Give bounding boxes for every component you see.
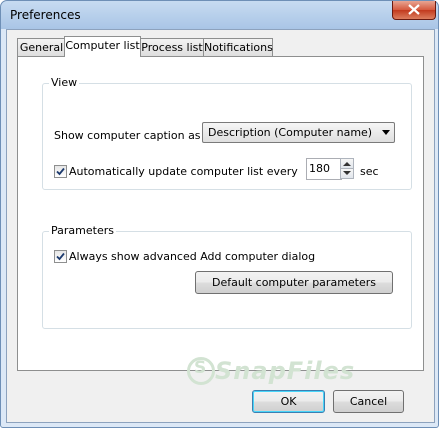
update-interval-spinner[interactable] (340, 158, 354, 180)
watermark-logo-letter: S (194, 358, 207, 378)
tab-general[interactable]: General (17, 38, 66, 56)
tab-label: Process list (141, 41, 203, 54)
up-arrow-icon (343, 162, 351, 166)
update-interval-value: 180 (309, 162, 330, 175)
tab-label: Notifications (204, 41, 273, 54)
auto-update-label: Automatically update computer list every (69, 165, 298, 178)
spin-down-button[interactable] (340, 168, 354, 179)
ok-button[interactable]: OK (252, 390, 325, 413)
caption-label: Show computer caption as (54, 129, 201, 142)
window-title: Preferences (10, 8, 81, 22)
tab-computer-list[interactable]: Computer list (64, 36, 141, 57)
parameters-group-label: Parameters (49, 224, 116, 237)
default-parameters-button[interactable]: Default computer parameters (195, 271, 393, 294)
interval-unit-label: sec (360, 165, 379, 178)
chevron-down-icon (382, 130, 390, 135)
tab-label: General (19, 41, 64, 54)
ok-label: OK (280, 395, 297, 408)
default-parameters-label: Default computer parameters (211, 276, 377, 289)
cancel-label: Cancel (349, 395, 388, 408)
caption-select[interactable]: Description (Computer name) (202, 122, 395, 143)
caption-select-value: Description (Computer name) (208, 126, 373, 139)
dialog-client: General Computer list Process list Notif… (6, 29, 435, 423)
down-arrow-icon (343, 171, 351, 175)
computer-list-panel: View Show computer caption as Descriptio… (17, 56, 424, 371)
watermark-text: SnapFiles (215, 357, 356, 385)
close-button[interactable] (392, 1, 436, 20)
checkmark-icon (56, 167, 65, 176)
tab-notifications[interactable]: Notifications (203, 38, 273, 56)
view-group-label: View (49, 76, 80, 89)
always-show-checkbox[interactable] (54, 250, 67, 263)
update-interval-input[interactable]: 180 (306, 158, 342, 180)
auto-update-checkbox[interactable] (54, 165, 67, 178)
cancel-button[interactable]: Cancel (333, 390, 404, 413)
close-icon (408, 4, 420, 15)
always-show-label: Always show advanced Add computer dialog (69, 250, 316, 263)
preferences-window: Preferences General Computer list Proces… (0, 0, 439, 428)
tab-label: Computer list (65, 39, 140, 52)
snapfiles-logo-icon: S (187, 357, 215, 385)
tab-process-list[interactable]: Process list (140, 38, 204, 56)
checkmark-icon (56, 252, 65, 261)
title-bar[interactable]: Preferences (1, 1, 438, 29)
